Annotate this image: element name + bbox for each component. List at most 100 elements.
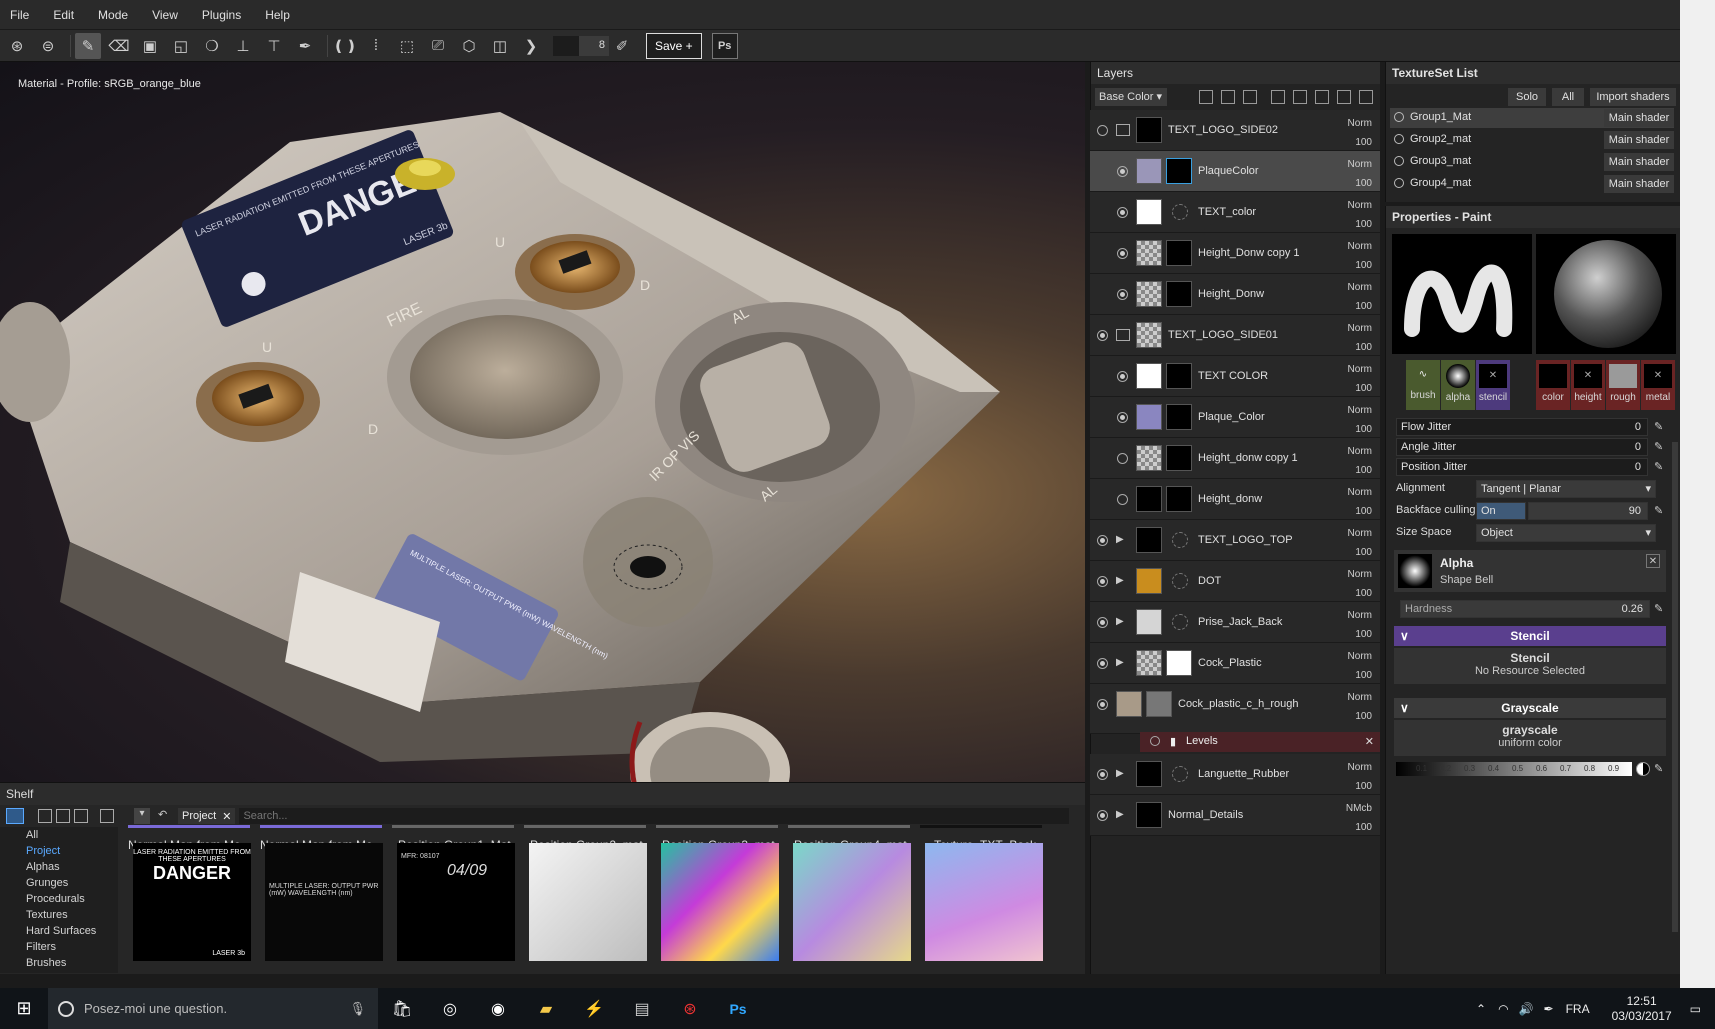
- close-icon[interactable]: ✕: [222, 810, 231, 823]
- store-icon[interactable]: 🛍: [378, 999, 426, 1019]
- slot-alpha[interactable]: alpha: [1441, 360, 1475, 410]
- screenshot-icon[interactable]: ◫: [487, 33, 513, 59]
- layer-blend[interactable]: Norm 100: [1348, 360, 1372, 398]
- layer-row[interactable]: ▶ Cock_Plastic Norm 100: [1090, 643, 1380, 684]
- menu-help[interactable]: Help: [265, 8, 290, 22]
- layer-blend[interactable]: Norm 100: [1348, 647, 1372, 685]
- texture-set-row[interactable]: Group1_Mat Main shader: [1390, 108, 1674, 128]
- visibility-toggle-icon[interactable]: [1097, 617, 1108, 628]
- shelf-list-icon[interactable]: [56, 809, 70, 823]
- visibility-toggle-icon[interactable]: [1097, 699, 1108, 710]
- menu-plugins[interactable]: Plugins: [202, 8, 241, 22]
- add-filter-icon[interactable]: [1315, 90, 1329, 104]
- import-shaders-button[interactable]: Import shaders: [1590, 88, 1676, 106]
- visibility-toggle-icon[interactable]: [1097, 810, 1108, 821]
- clone-stamp-icon[interactable]: ⊥: [230, 33, 256, 59]
- menu-edit[interactable]: Edit: [53, 8, 74, 22]
- chrome-icon[interactable]: ◉: [474, 999, 522, 1019]
- tray-chevron-icon[interactable]: ⌃: [1476, 1002, 1486, 1016]
- microphone-icon[interactable]: 🎙: [349, 1001, 366, 1017]
- substance-logo-icon[interactable]: ⊛: [4, 33, 30, 59]
- add-layer-icon[interactable]: [1221, 90, 1235, 104]
- shelf-thumbnail[interactable]: [529, 843, 647, 961]
- slot-stencil[interactable]: ✕ stencil: [1476, 360, 1510, 410]
- expand-arrow-icon[interactable]: ▶: [1116, 768, 1124, 779]
- explorer-icon[interactable]: ▰: [522, 999, 570, 1019]
- layer-row[interactable]: TEXT COLOR Norm 100: [1090, 356, 1380, 397]
- texture-set-row[interactable]: Group2_mat Main shader: [1390, 130, 1674, 150]
- layer-blend[interactable]: Norm 100: [1348, 237, 1372, 275]
- add-mask-icon[interactable]: [1243, 90, 1257, 104]
- visibility-toggle-icon[interactable]: [1117, 207, 1128, 218]
- substance-alt-icon[interactable]: ⊜: [35, 33, 61, 59]
- layer-row[interactable]: ▶ DOT Norm 100: [1090, 561, 1380, 602]
- menu-view[interactable]: View: [152, 8, 178, 22]
- close-icon[interactable]: ✕: [1646, 554, 1660, 568]
- radio-icon[interactable]: [1394, 178, 1404, 188]
- shelf-view-icon[interactable]: [38, 809, 52, 823]
- layer-blend[interactable]: Norm 100: [1348, 278, 1372, 316]
- 3d-viewport[interactable]: Material - Profile: sRGB_orange_blue DAN…: [0, 62, 1085, 782]
- layer-blend[interactable]: Norm 100: [1348, 442, 1372, 480]
- shelf-search-input[interactable]: [239, 808, 1070, 824]
- network-icon[interactable]: ◠: [1498, 1002, 1508, 1016]
- layer-blend[interactable]: Norm 100: [1348, 196, 1372, 234]
- shelf-thumbnail[interactable]: LASER RADIATION EMITTED FROM THESE APERT…: [133, 843, 251, 961]
- color-picker-icon[interactable]: ✒: [292, 33, 318, 59]
- expand-arrow-icon[interactable]: ▶: [1116, 616, 1124, 627]
- undo-filter-icon[interactable]: ↶: [158, 808, 174, 824]
- slot-rough[interactable]: rough: [1606, 360, 1640, 410]
- visibility-toggle-icon[interactable]: [1117, 289, 1128, 300]
- shader-button[interactable]: Main shader: [1604, 153, 1674, 171]
- menu-mode[interactable]: Mode: [98, 8, 128, 22]
- backface-toggle[interactable]: On: [1476, 502, 1526, 520]
- category-item[interactable]: Textures: [0, 907, 118, 923]
- category-item[interactable]: Procedurals: [0, 891, 118, 907]
- layer-row[interactable]: ▶ Languette_Rubber Norm 100: [1090, 754, 1380, 795]
- position-jitter-field[interactable]: Position Jitter 0: [1396, 458, 1648, 476]
- alpha-resource[interactable]: Alpha Shape Bell ✕: [1394, 550, 1666, 592]
- menu-file[interactable]: File: [10, 8, 29, 22]
- layer-row[interactable]: Height_Donw Norm 100: [1090, 274, 1380, 315]
- layer-row[interactable]: Plaque_Color Norm 100: [1090, 397, 1380, 438]
- eraser-icon[interactable]: ⌫: [106, 33, 132, 59]
- shader-button[interactable]: Main shader: [1604, 131, 1674, 149]
- texture-set-row[interactable]: Group4_mat Main shader: [1390, 174, 1674, 194]
- layer-blend[interactable]: Norm 100: [1348, 688, 1372, 726]
- visibility-toggle-icon[interactable]: [1097, 535, 1108, 546]
- app-icon[interactable]: ◎: [426, 999, 474, 1019]
- layer-row[interactable]: Height_donw copy 1 Norm 100: [1090, 438, 1380, 479]
- stencil-section-header[interactable]: ∨ Stencil: [1394, 626, 1666, 646]
- edit-icon[interactable]: ✎: [1654, 420, 1663, 433]
- polygon-fill-icon[interactable]: ◱: [168, 33, 194, 59]
- paint-brush-icon[interactable]: ✎: [75, 32, 101, 59]
- visibility-toggle-icon[interactable]: [1117, 371, 1128, 382]
- camera-icon[interactable]: ⎚: [425, 33, 451, 59]
- category-item[interactable]: Grunges: [0, 875, 118, 891]
- slot-color[interactable]: color: [1536, 360, 1570, 410]
- hardness-slider[interactable]: Hardness 0.26: [1400, 600, 1650, 618]
- expand-arrow-icon[interactable]: ▶: [1116, 534, 1124, 545]
- folder-icon[interactable]: [1116, 124, 1130, 136]
- category-item[interactable]: Filters: [0, 939, 118, 955]
- layer-blend[interactable]: Norm 100: [1348, 565, 1372, 603]
- grayscale-slider[interactable]: 0.1 0.2 0.3 0.4 0.5 0.6 0.7 0.8 0.9: [1396, 762, 1632, 776]
- notifications-icon[interactable]: ▭: [1690, 1002, 1701, 1016]
- shelf-thumbnail[interactable]: MFR: 08107 04/09: [397, 843, 515, 961]
- box-icon[interactable]: ⬡: [456, 33, 482, 59]
- size-slider[interactable]: 8: [553, 35, 609, 56]
- category-item[interactable]: Project: [0, 843, 118, 859]
- layer-row[interactable]: Cock_plastic_c_h_rough Norm 100: [1090, 684, 1380, 734]
- photoshop-icon[interactable]: Ps: [714, 1001, 762, 1017]
- visibility-toggle-icon[interactable]: [1097, 658, 1108, 669]
- shelf-thumbnail[interactable]: MULTIPLE LASER: OUTPUT PWR (mW) WAVELENG…: [265, 843, 383, 961]
- shader-button[interactable]: Main shader: [1604, 109, 1674, 127]
- folder-icon[interactable]: [1116, 329, 1130, 341]
- visibility-toggle-icon[interactable]: [1117, 166, 1128, 177]
- layer-row[interactable]: ▶ Normal_Details NMcb 100: [1090, 795, 1380, 836]
- volume-icon[interactable]: 🔊: [1519, 1002, 1534, 1016]
- clock[interactable]: 12:51 03/03/2017: [1612, 994, 1672, 1024]
- grayscale-resource[interactable]: grayscale uniform color: [1394, 720, 1666, 756]
- smudge-icon[interactable]: ❍: [199, 33, 225, 59]
- expand-arrow-icon[interactable]: ▶: [1116, 575, 1124, 586]
